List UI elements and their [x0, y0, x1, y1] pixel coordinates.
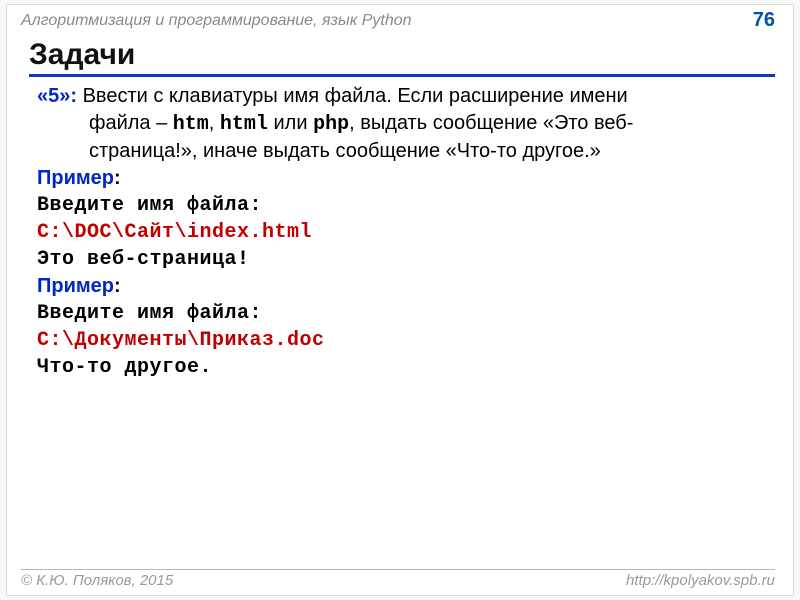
task-level: «5»:	[37, 85, 77, 107]
example-1-prompt: Введите имя файла:	[37, 192, 771, 219]
example-2: Пример:	[37, 273, 771, 300]
page-title: Задачи	[29, 38, 775, 77]
header-subject: Алгоритмизация и программирование, язык …	[21, 12, 412, 30]
example-label-1: Пример	[37, 167, 114, 189]
content-area: «5»: Ввести с клавиатуры имя файла. Если…	[7, 77, 793, 381]
example-2-input: C:\Документы\Приказ.doc	[37, 327, 771, 354]
slide: Алгоритмизация и программирование, язык …	[6, 4, 794, 596]
footer-copyright: © К.Ю. Поляков, 2015	[21, 572, 173, 589]
example-colon-2: :	[114, 275, 121, 297]
sep1: ,	[209, 112, 220, 134]
header-bar: Алгоритмизация и программирование, язык …	[7, 5, 793, 32]
example-1-input: C:\DOC\Сайт\index.html	[37, 219, 771, 246]
example-colon-1: :	[114, 167, 121, 189]
footer: © К.Ю. Поляков, 2015 http://kpolyakov.sp…	[21, 569, 775, 589]
task-line-3: страница!», иначе выдать сообщение «Что-…	[37, 138, 771, 165]
task-line-2: файла – htm, html или php, выдать сообще…	[37, 110, 771, 138]
example-label-2: Пример	[37, 275, 114, 297]
footer-url: http://kpolyakov.spb.ru	[626, 572, 775, 589]
example-2-prompt: Введите имя файла:	[37, 300, 771, 327]
ext-php: php	[313, 113, 349, 136]
task-text-2a: файла –	[89, 112, 173, 134]
ext-htm: htm	[173, 113, 209, 136]
task-text-1: Ввести с клавиатуры имя файла. Если расш…	[77, 85, 628, 107]
example-1-output: Это веб-страница!	[37, 246, 771, 273]
example-2-output: Что-то другое.	[37, 354, 771, 381]
sep2: или	[268, 112, 313, 134]
ext-html: html	[220, 113, 268, 136]
task-text-2b: , выдать сообщение «Это веб-	[349, 112, 633, 134]
task-block: «5»: Ввести с клавиатуры имя файла. Если…	[37, 83, 771, 165]
example-1: Пример:	[37, 165, 771, 192]
page-number: 76	[753, 9, 775, 32]
